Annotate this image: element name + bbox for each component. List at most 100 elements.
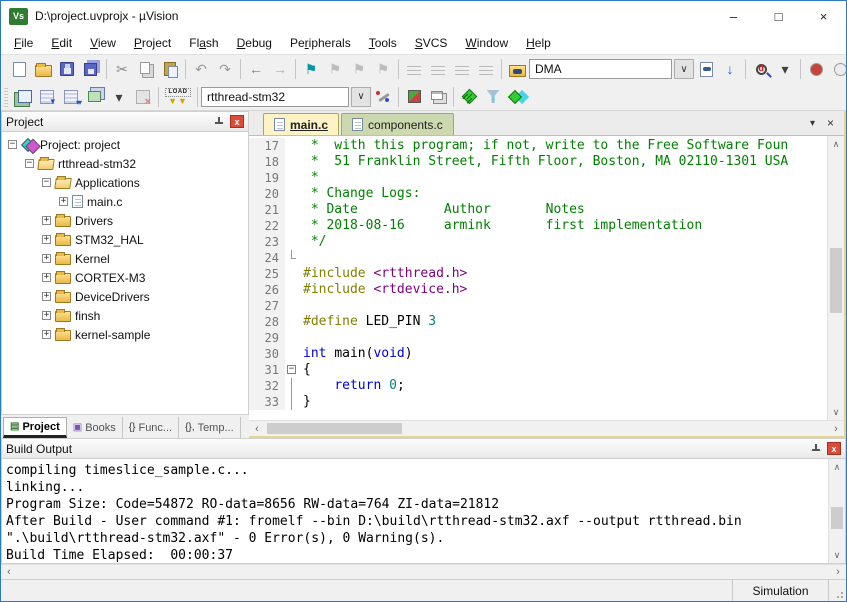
menu-view[interactable]: View: [81, 36, 125, 50]
comment-selection-button[interactable]: [450, 57, 474, 81]
tree-item-project-project[interactable]: −Project: project: [2, 135, 248, 154]
tree-item-cortex-m3[interactable]: +CORTEX-M3: [2, 268, 248, 287]
panel-close-icon[interactable]: x: [827, 442, 841, 455]
scroll-right-icon[interactable]: ›: [828, 423, 844, 435]
build-output-text[interactable]: compiling timeslice_sample.c...linking..…: [2, 459, 828, 563]
clear-bookmarks-button[interactable]: ⚑: [371, 57, 395, 81]
editor-tab-main-c[interactable]: main.c: [263, 113, 339, 135]
insert-bookmark-button[interactable]: ⚑: [299, 57, 323, 81]
batch-build-button[interactable]: [83, 85, 107, 109]
batch-build-dropdown-button[interactable]: ▾: [107, 85, 131, 109]
menu-debug[interactable]: Debug: [228, 36, 281, 50]
enable-disable-breakpoint-button[interactable]: [828, 57, 846, 81]
find-in-files-button[interactable]: [505, 57, 529, 81]
tree-item-main-c[interactable]: +main.c: [2, 192, 248, 211]
editor-vertical-scrollbar[interactable]: ∧ ∨: [827, 136, 844, 420]
pack-installer-button[interactable]: [505, 85, 529, 109]
expand-icon[interactable]: +: [42, 235, 51, 244]
collapse-icon[interactable]: −: [25, 159, 34, 168]
maximize-button[interactable]: □: [756, 1, 801, 31]
menu-file[interactable]: File: [5, 36, 42, 50]
expand-icon[interactable]: +: [42, 273, 51, 282]
panel-tab-temp[interactable]: {},Temp...: [179, 417, 241, 438]
copy-button[interactable]: [134, 57, 158, 81]
expand-icon[interactable]: +: [42, 216, 51, 225]
redo-button[interactable]: ↷: [213, 57, 237, 81]
menu-flash[interactable]: Flash: [180, 36, 227, 50]
panel-tab-books[interactable]: ▣Books: [67, 417, 123, 438]
next-bookmark-button[interactable]: ⚑: [347, 57, 371, 81]
manage-project-items-button[interactable]: [402, 85, 426, 109]
expand-icon[interactable]: +: [42, 254, 51, 263]
previous-bookmark-button[interactable]: ⚑: [323, 57, 347, 81]
multiple-projects-button[interactable]: [426, 85, 450, 109]
scroll-thumb[interactable]: [830, 248, 842, 314]
expand-icon[interactable]: +: [42, 330, 51, 339]
minimize-button[interactable]: –: [711, 1, 756, 31]
incremental-find-button[interactable]: ↓: [718, 57, 742, 81]
pin-icon[interactable]: [811, 443, 821, 454]
scroll-left-icon[interactable]: ‹: [249, 423, 265, 435]
scroll-track[interactable]: [265, 421, 828, 436]
expand-icon[interactable]: +: [42, 311, 51, 320]
expand-icon[interactable]: +: [42, 292, 51, 301]
scroll-track[interactable]: [829, 475, 845, 547]
code-lines[interactable]: 17 * with this program; if not, write to…: [249, 136, 827, 420]
target-select-dropdown-button[interactable]: ∨: [351, 87, 371, 107]
scroll-right-icon[interactable]: ›: [830, 566, 846, 578]
options-for-target-button[interactable]: [371, 85, 395, 109]
translate-button[interactable]: [11, 85, 35, 109]
select-software-packs-button[interactable]: [481, 85, 505, 109]
build-button[interactable]: [35, 85, 59, 109]
expand-icon[interactable]: +: [59, 197, 68, 206]
menu-help[interactable]: Help: [517, 36, 560, 50]
tree-item-kernel-sample[interactable]: +kernel-sample: [2, 325, 248, 344]
scroll-thumb[interactable]: [831, 507, 843, 529]
find-in-files-doc-button[interactable]: [694, 57, 718, 81]
collapse-icon[interactable]: −: [42, 178, 51, 187]
indent-button[interactable]: [402, 57, 426, 81]
tab-list-dropdown-icon[interactable]: ▾: [810, 118, 815, 129]
tree-item-applications[interactable]: −Applications: [2, 173, 248, 192]
tree-item-finsh[interactable]: +finsh: [2, 306, 248, 325]
panel-tab-project[interactable]: ▤Project: [3, 417, 67, 438]
menu-svcs[interactable]: SVCS: [406, 36, 457, 50]
scroll-track[interactable]: [828, 152, 844, 404]
menu-window[interactable]: Window: [456, 36, 517, 50]
find-button[interactable]: [749, 57, 773, 81]
download-button[interactable]: LOAD▼▼: [162, 85, 194, 109]
menu-peripherals[interactable]: Peripherals: [281, 36, 360, 50]
close-button[interactable]: ×: [801, 1, 846, 31]
undo-button[interactable]: ↶: [189, 57, 213, 81]
navigate-forward-button[interactable]: →: [268, 57, 292, 81]
tab-close-icon[interactable]: ×: [827, 116, 834, 130]
cut-button[interactable]: ✂: [110, 57, 134, 81]
manage-runtime-environment-button[interactable]: [457, 85, 481, 109]
search-combobox[interactable]: DMA: [529, 59, 672, 79]
menu-edit[interactable]: Edit: [42, 36, 81, 50]
save-button[interactable]: [55, 57, 79, 81]
editor-horizontal-scrollbar[interactable]: ‹ ›: [249, 420, 844, 436]
resize-grip[interactable]: [828, 580, 846, 601]
tree-item-rtthread-stm32[interactable]: −rtthread-stm32: [2, 154, 248, 173]
tree-item-kernel[interactable]: +Kernel: [2, 249, 248, 268]
pin-icon[interactable]: [214, 116, 224, 127]
navigate-back-button[interactable]: ←: [244, 57, 268, 81]
target-select-combobox[interactable]: rtthread-stm32: [201, 87, 349, 107]
uncomment-selection-button[interactable]: [474, 57, 498, 81]
tree-item-stm32-hal[interactable]: +STM32_HAL: [2, 230, 248, 249]
toolbar-grip[interactable]: [4, 87, 8, 107]
fold-toggle-icon[interactable]: −: [287, 365, 296, 374]
save-all-button[interactable]: [79, 57, 103, 81]
scroll-track[interactable]: [17, 565, 830, 579]
scroll-down-icon[interactable]: ∨: [828, 404, 844, 420]
collapse-icon[interactable]: −: [8, 140, 17, 149]
search-dropdown-button[interactable]: ∨: [674, 59, 694, 79]
tree-item-devicedrivers[interactable]: +DeviceDrivers: [2, 287, 248, 306]
outdent-button[interactable]: [426, 57, 450, 81]
scroll-left-icon[interactable]: ‹: [1, 566, 17, 578]
panel-tab-func[interactable]: {}Func...: [123, 417, 179, 438]
find-dropdown-button[interactable]: ▾: [773, 57, 797, 81]
stop-build-button[interactable]: [131, 85, 155, 109]
paste-button[interactable]: [158, 57, 182, 81]
